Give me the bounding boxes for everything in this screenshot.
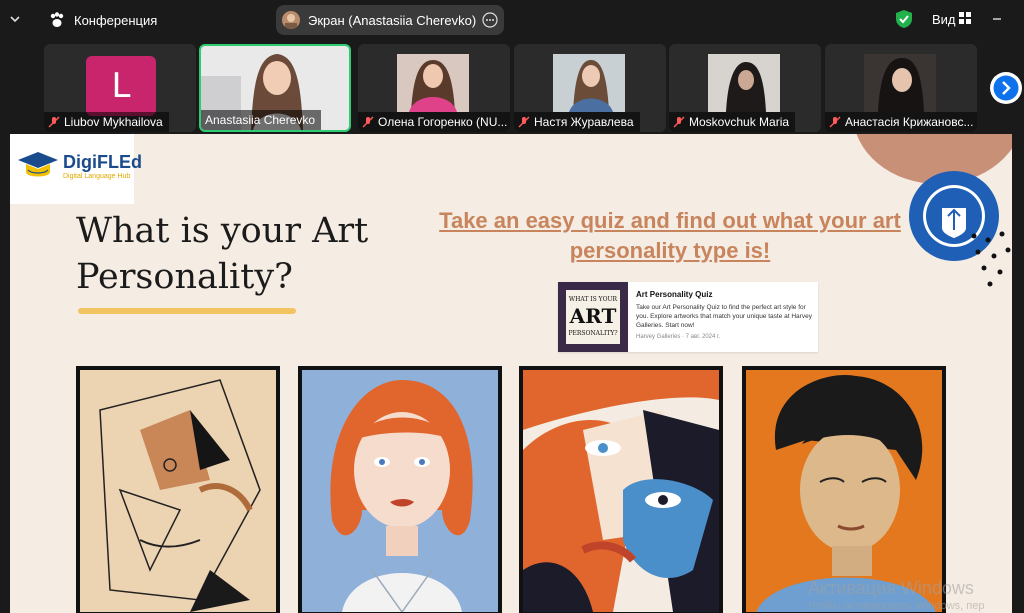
participant-name: Настя Журавлева: [514, 112, 640, 132]
video-feed: [553, 54, 625, 112]
screen-share-indicator[interactable]: Экран (Anastasiia Cherevko): [276, 5, 504, 35]
zoom-window: Конференция Экран (Anastasiia Cherevko) …: [0, 0, 1024, 613]
participant-name: Anastasiia Cherevko: [201, 110, 322, 130]
card-thumbnail: WHAT IS YOUR ART PERSONALITY?: [558, 282, 628, 352]
participant-tile[interactable]: Moskovchuk Maria: [669, 44, 821, 132]
logo-title: DigiFLEd: [63, 152, 142, 172]
mic-muted-icon: [362, 116, 374, 128]
decorative-dots: [971, 231, 1011, 287]
graduation-cap-icon: [18, 152, 58, 177]
mic-muted-icon: [518, 116, 530, 128]
quiz-link[interactable]: Take an easy quiz and find out what your…: [430, 206, 910, 266]
chevron-down-icon[interactable]: [8, 12, 22, 26]
participant-strip: L Liubov Mykhailova Anastasiia Cherevko: [0, 40, 1024, 134]
sharer-avatar: [282, 11, 300, 29]
windows-activation-hint: Чтобы активировать Windows, пер: [808, 600, 985, 612]
link-preview-card[interactable]: WHAT IS YOUR ART PERSONALITY? Art Person…: [558, 282, 818, 352]
thumbnail-caption: WHAT IS YOUR: [568, 296, 618, 303]
participant-tile[interactable]: Олена Гогоренко (NU...: [358, 44, 510, 132]
mic-muted-icon: [829, 116, 841, 128]
headline-underline: [78, 308, 296, 314]
thumbnail-caption: PERSONALITY?: [568, 330, 618, 337]
artwork-dark-hair-portrait: [742, 366, 946, 613]
shared-screen-slide: DigiFLEd Digital Language Hub What is yo…: [10, 134, 1012, 613]
view-menu-label[interactable]: Вид: [932, 12, 956, 27]
video-feed: [397, 54, 469, 112]
participant-tile[interactable]: L Liubov Mykhailova: [44, 44, 196, 132]
artwork-cubist-line-portrait: [76, 366, 280, 613]
participant-tile[interactable]: Анастасія Крижановс...: [825, 44, 977, 132]
avatar: L: [86, 56, 156, 116]
participant-tile-active[interactable]: Anastasiia Cherevko: [199, 44, 351, 132]
participant-tile[interactable]: Настя Журавлева: [514, 44, 666, 132]
security-shield-icon[interactable]: [894, 9, 914, 29]
screen-share-label: Экран (Anastasiia Cherevko): [308, 13, 477, 28]
participant-name: Moskovchuk Maria: [669, 112, 796, 132]
digifled-logo: DigiFLEd Digital Language Hub: [10, 134, 142, 204]
artwork-redhead-portrait: [298, 366, 502, 613]
meeting-label[interactable]: Конференция: [74, 13, 157, 28]
logo-subtitle: Digital Language Hub: [63, 173, 131, 180]
participant-name: Анастасія Крижановс...: [825, 112, 977, 132]
card-title: Art Personality Quiz: [636, 290, 713, 299]
mic-muted-icon: [48, 116, 60, 128]
minimize-icon[interactable]: [992, 14, 1002, 24]
card-source: Harvey Galleries · 7 авг. 2024 г.: [636, 334, 721, 340]
video-feed: [864, 54, 936, 112]
slide-headline: What is your Art Personality?: [76, 211, 369, 297]
participant-name: Liubov Mykhailova: [44, 112, 169, 132]
next-page-arrow-icon[interactable]: [990, 72, 1022, 104]
grid-view-icon[interactable]: [958, 11, 972, 25]
meeting-icon: [50, 12, 64, 27]
participant-name: Олена Гогоренко (NU...: [358, 112, 510, 132]
more-options-icon[interactable]: [482, 12, 498, 28]
windows-activation-watermark: Активация Windows: [808, 578, 974, 598]
video-feed: [708, 54, 780, 112]
top-bar: Конференция Экран (Anastasiia Cherevko) …: [0, 0, 1024, 40]
artwork-abstract-faces: [519, 366, 723, 613]
card-description: Take our Art Personality Quiz to find th…: [636, 304, 812, 329]
thumbnail-caption: ART: [569, 304, 617, 328]
mic-muted-icon: [673, 116, 685, 128]
